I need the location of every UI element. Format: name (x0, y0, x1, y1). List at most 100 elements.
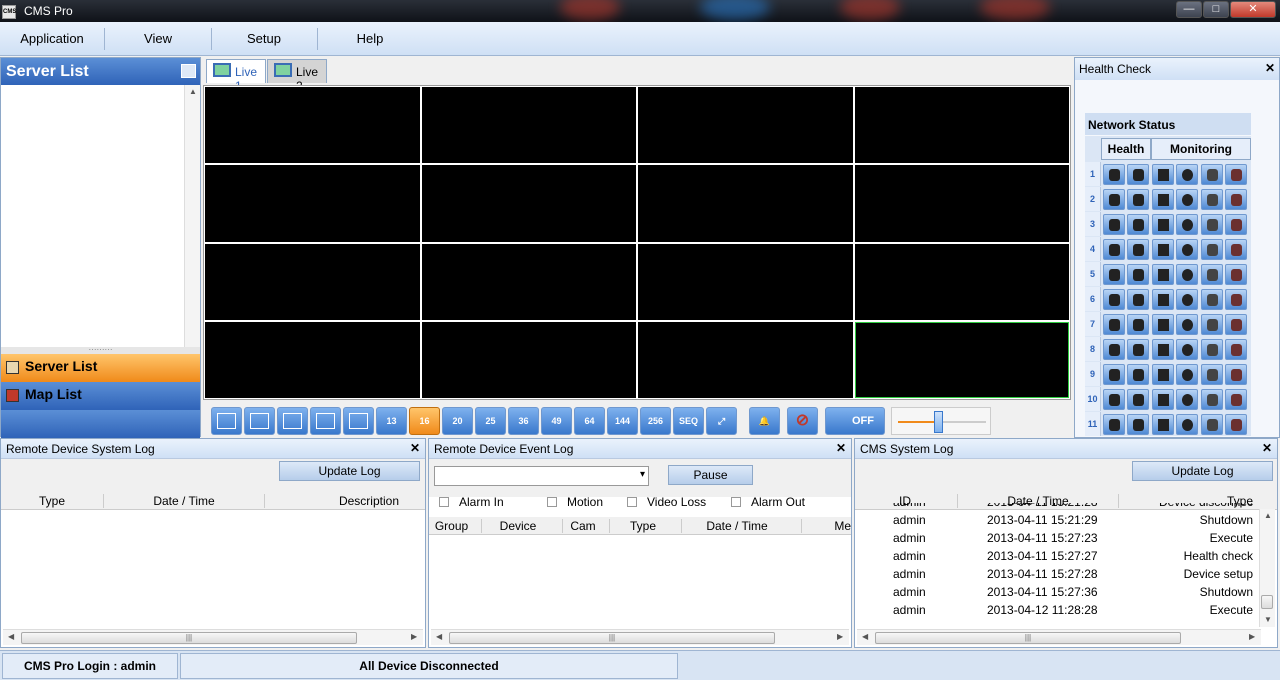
video-cell[interactable] (638, 165, 853, 242)
pause-button[interactable]: Pause (668, 465, 753, 485)
motion-icon[interactable] (1176, 239, 1198, 260)
update-log-button[interactable]: Update Log (279, 461, 420, 481)
motion-icon[interactable] (1176, 289, 1198, 310)
sensor-icon[interactable] (1201, 164, 1223, 185)
alarm-icon[interactable] (1225, 339, 1247, 360)
recording-icon[interactable] (1152, 164, 1174, 185)
camera-health-icon[interactable] (1103, 214, 1125, 235)
user-block-button[interactable]: ⊘ (787, 407, 818, 435)
video-cell[interactable] (638, 243, 853, 320)
layout-seq-button[interactable]: SEQ (673, 407, 704, 435)
camera-health-icon[interactable] (1103, 389, 1125, 410)
video-cell[interactable] (421, 165, 636, 242)
motion-icon[interactable] (1176, 189, 1198, 210)
maximize-button[interactable]: □ (1203, 1, 1229, 18)
video-cell[interactable] (205, 321, 420, 398)
event-filter-dropdown[interactable] (434, 466, 649, 486)
camera-health-icon[interactable] (1103, 264, 1125, 285)
motion-icon[interactable] (1176, 339, 1198, 360)
video-cell[interactable] (205, 243, 420, 320)
recording-icon[interactable] (1152, 414, 1174, 435)
server-settings-icon[interactable] (181, 64, 196, 78)
alarm-out-checkbox[interactable]: Alarm Out (731, 495, 805, 509)
column-type[interactable]: Type (610, 519, 676, 533)
video-cell[interactable] (421, 243, 636, 320)
recording-icon[interactable] (1152, 214, 1174, 235)
recording-icon[interactable] (1152, 389, 1174, 410)
ptz-health-icon[interactable] (1127, 389, 1149, 410)
recording-icon[interactable] (1152, 339, 1174, 360)
log-row[interactable]: admin 2013-04-11 15:27:23 Execute (855, 529, 1259, 547)
tree-vertical-scrollbar[interactable]: ▲▼ (184, 85, 200, 360)
layout-20-button[interactable]: 20 (442, 407, 473, 435)
camera-health-icon[interactable] (1103, 364, 1125, 385)
alarm-icon[interactable] (1225, 314, 1247, 335)
sensor-icon[interactable] (1201, 264, 1223, 285)
layout-2-button[interactable] (244, 407, 275, 435)
sensor-icon[interactable] (1201, 289, 1223, 310)
vertical-scrollbar[interactable]: ▲ ▼ (1259, 509, 1275, 627)
layout-64-button[interactable]: 64 (574, 407, 605, 435)
motion-icon[interactable] (1176, 264, 1198, 285)
cms-system-log-close[interactable]: ✕ (1262, 441, 1272, 455)
motion-checkbox[interactable]: Motion (547, 495, 603, 509)
recording-icon[interactable] (1152, 239, 1174, 260)
ptz-health-icon[interactable] (1127, 339, 1149, 360)
audio-off-button[interactable]: OFF (825, 407, 885, 435)
video-cell[interactable] (854, 321, 1069, 398)
layout-49-button[interactable]: 49 (541, 407, 572, 435)
sensor-icon[interactable] (1201, 314, 1223, 335)
layout-3-button[interactable] (277, 407, 308, 435)
camera-health-icon[interactable] (1103, 339, 1125, 360)
log-row[interactable]: admin 2013-04-11 15:27:28 Device setup (855, 565, 1259, 583)
ptz-health-icon[interactable] (1127, 189, 1149, 210)
health-close-button[interactable]: ✕ (1265, 61, 1275, 75)
alarm-icon[interactable] (1225, 164, 1247, 185)
camera-health-icon[interactable] (1103, 189, 1125, 210)
layout-144-button[interactable]: 144 (607, 407, 638, 435)
log-row[interactable]: admin 2013-04-11 15:27:36 Shutdown (855, 583, 1259, 601)
motion-icon[interactable] (1176, 414, 1198, 435)
layout-fullscreen-button[interactable]: ⤢ (706, 407, 737, 435)
horizontal-scrollbar[interactable]: ◀ ||| ▶ (3, 629, 423, 645)
server-tree[interactable] (1, 85, 200, 375)
column-group[interactable]: Group (429, 519, 474, 533)
recording-icon[interactable] (1152, 264, 1174, 285)
layout-25-button[interactable]: 25 (475, 407, 506, 435)
horizontal-scrollbar[interactable]: ◀ ||| ▶ (857, 629, 1261, 645)
video-cell[interactable] (638, 87, 853, 164)
recording-icon[interactable] (1152, 289, 1174, 310)
motion-icon[interactable] (1176, 389, 1198, 410)
camera-health-icon[interactable] (1103, 289, 1125, 310)
camera-health-icon[interactable] (1103, 239, 1125, 260)
sensor-icon[interactable] (1201, 214, 1223, 235)
layout-1-button[interactable] (211, 407, 242, 435)
remote-system-log-close[interactable]: ✕ (410, 441, 420, 455)
volume-thumb[interactable] (934, 411, 943, 433)
column-cam[interactable]: Cam (563, 519, 603, 533)
menu-view[interactable]: View (118, 22, 198, 56)
alarm-icon[interactable] (1225, 364, 1247, 385)
ptz-health-icon[interactable] (1127, 214, 1149, 235)
alarm-in-checkbox[interactable]: Alarm In (439, 495, 504, 509)
layout-256-button[interactable]: 256 (640, 407, 671, 435)
menu-help[interactable]: Help (330, 22, 410, 56)
alarm-icon[interactable] (1225, 414, 1247, 435)
camera-health-icon[interactable] (1103, 414, 1125, 435)
ptz-health-icon[interactable] (1127, 414, 1149, 435)
column-type[interactable]: Type (1, 494, 103, 508)
close-window-button[interactable]: ✕ (1230, 1, 1276, 18)
alarm-icon[interactable] (1225, 264, 1247, 285)
tab-live-1[interactable]: Live 1 (206, 59, 266, 93)
camera-health-icon[interactable] (1103, 164, 1125, 185)
motion-icon[interactable] (1176, 314, 1198, 335)
video-cell[interactable] (421, 87, 636, 164)
alarm-icon[interactable] (1225, 189, 1247, 210)
sensor-icon[interactable] (1201, 389, 1223, 410)
layout-4-button[interactable] (310, 407, 341, 435)
minimize-button[interactable]: — (1176, 1, 1202, 18)
log-row[interactable]: admin 2013-04-12 11:28:28 Execute (855, 601, 1259, 619)
motion-icon[interactable] (1176, 364, 1198, 385)
recording-icon[interactable] (1152, 189, 1174, 210)
video-cell[interactable] (421, 321, 636, 398)
